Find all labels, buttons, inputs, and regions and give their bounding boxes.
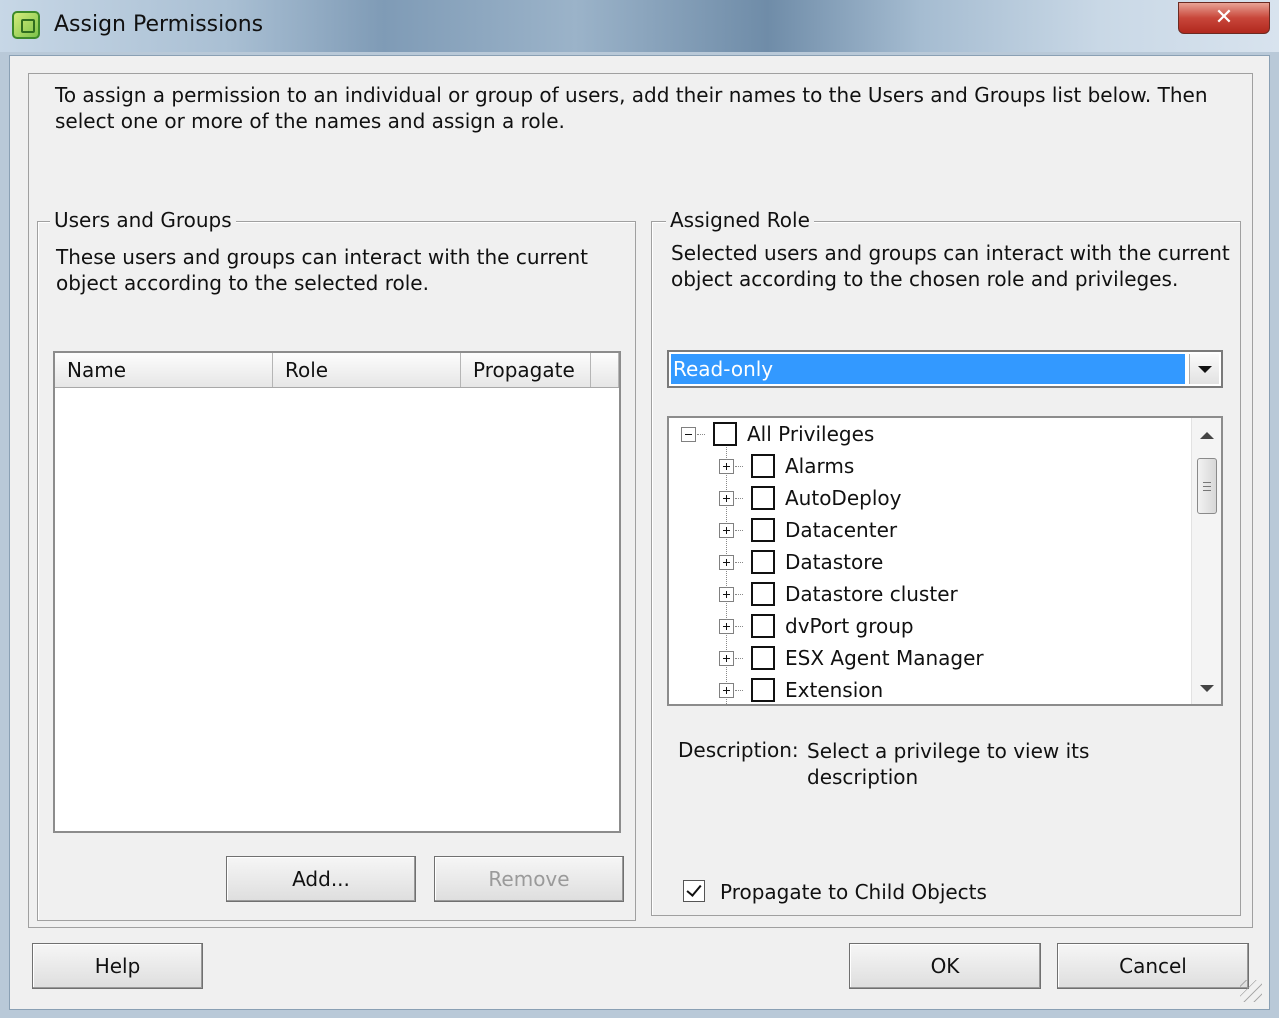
window-title: Assign Permissions [54,12,264,37]
privilege-label: Datastore cluster [785,582,958,606]
privilege-checkbox[interactable] [751,614,775,638]
privilege-label: dvPort group [785,614,914,638]
privilege-checkbox[interactable] [713,422,737,446]
assigned-role-description: Selected users and groups can interact w… [671,241,1230,291]
grip-line [1203,490,1211,491]
close-button[interactable]: ✕ [1178,2,1270,34]
expand-icon[interactable] [719,651,734,666]
propagate-checkbox[interactable] [683,880,705,902]
privilege-checkbox[interactable] [751,550,775,574]
collapse-icon[interactable] [681,427,696,442]
tree-connector [697,434,705,435]
grip-line [1203,486,1211,487]
privilege-label: Extension [785,678,884,702]
column-header-role[interactable]: Role [273,353,461,387]
cancel-button[interactable]: Cancel [1057,943,1249,989]
tree-connector [735,594,743,595]
vsphere-app-icon [12,11,40,39]
privilege-checkbox[interactable] [751,646,775,670]
scroll-down-icon[interactable] [1200,685,1214,692]
users-groups-list[interactable]: Name Role Propagate [53,351,621,833]
ok-button[interactable]: OK [849,943,1041,989]
description-label: Description: [678,738,799,762]
users-groups-legend: Users and Groups [50,208,236,232]
privilege-checkbox[interactable] [751,486,775,510]
privilege-checkbox[interactable] [751,582,775,606]
tree-connector [735,562,743,563]
tree-connector [735,690,743,691]
privilege-label: All Privileges [747,422,875,446]
chevron-down-icon[interactable] [1189,354,1219,384]
help-button[interactable]: Help [32,943,203,989]
dialog-client-area: To assign a permission to an individual … [9,55,1270,1010]
expand-icon[interactable] [719,459,734,474]
role-dropdown[interactable]: Read-only [667,350,1223,388]
description-text: Select a privilege to view its descripti… [807,739,1090,789]
column-header-name[interactable]: Name [55,353,273,387]
privilege-label: Datastore [785,550,884,574]
add-button[interactable]: Add... [226,856,416,902]
column-header-filler [591,353,619,387]
tree-connector [735,658,743,659]
tree-connector [735,498,743,499]
expand-icon[interactable] [719,523,734,538]
privilege-label: AutoDeploy [785,486,902,510]
tree-connector [735,530,743,531]
intro-text: To assign a permission to an individual … [55,83,1208,133]
tree-scrollbar[interactable] [1191,418,1221,704]
assign-permissions-window: Assign Permissions ✕ To assign a permiss… [0,0,1279,1018]
privilege-label: Datacenter [785,518,898,542]
expand-icon[interactable] [719,491,734,506]
tree-connector [735,466,743,467]
propagate-label[interactable]: Propagate to Child Objects [720,880,987,904]
privilege-checkbox[interactable] [751,678,775,702]
expand-icon[interactable] [719,587,734,602]
list-header: Name Role Propagate [55,353,619,388]
expand-icon[interactable] [719,555,734,570]
expand-icon[interactable] [719,683,734,698]
title-bar[interactable]: Assign Permissions ✕ [0,0,1279,52]
assigned-role-legend: Assigned Role [666,208,814,232]
privilege-checkbox[interactable] [751,518,775,542]
privileges-tree[interactable]: All Privileges Alarms AutoDeploy Datacen… [667,416,1223,706]
scroll-thumb[interactable] [1197,458,1217,514]
column-header-propagate[interactable]: Propagate [461,353,591,387]
resize-grip-icon[interactable] [1240,980,1262,1002]
remove-button[interactable]: Remove [434,856,624,902]
scroll-up-icon[interactable] [1200,432,1214,439]
users-groups-description: These users and groups can interact with… [56,245,588,295]
privilege-checkbox[interactable] [751,454,775,478]
role-dropdown-value[interactable]: Read-only [671,354,1185,384]
privilege-label: ESX Agent Manager [785,646,984,670]
tree-connector [735,626,743,627]
content-panel: To assign a permission to an individual … [28,73,1253,928]
expand-icon[interactable] [719,619,734,634]
grip-line [1203,482,1211,483]
privilege-label: Alarms [785,454,855,478]
